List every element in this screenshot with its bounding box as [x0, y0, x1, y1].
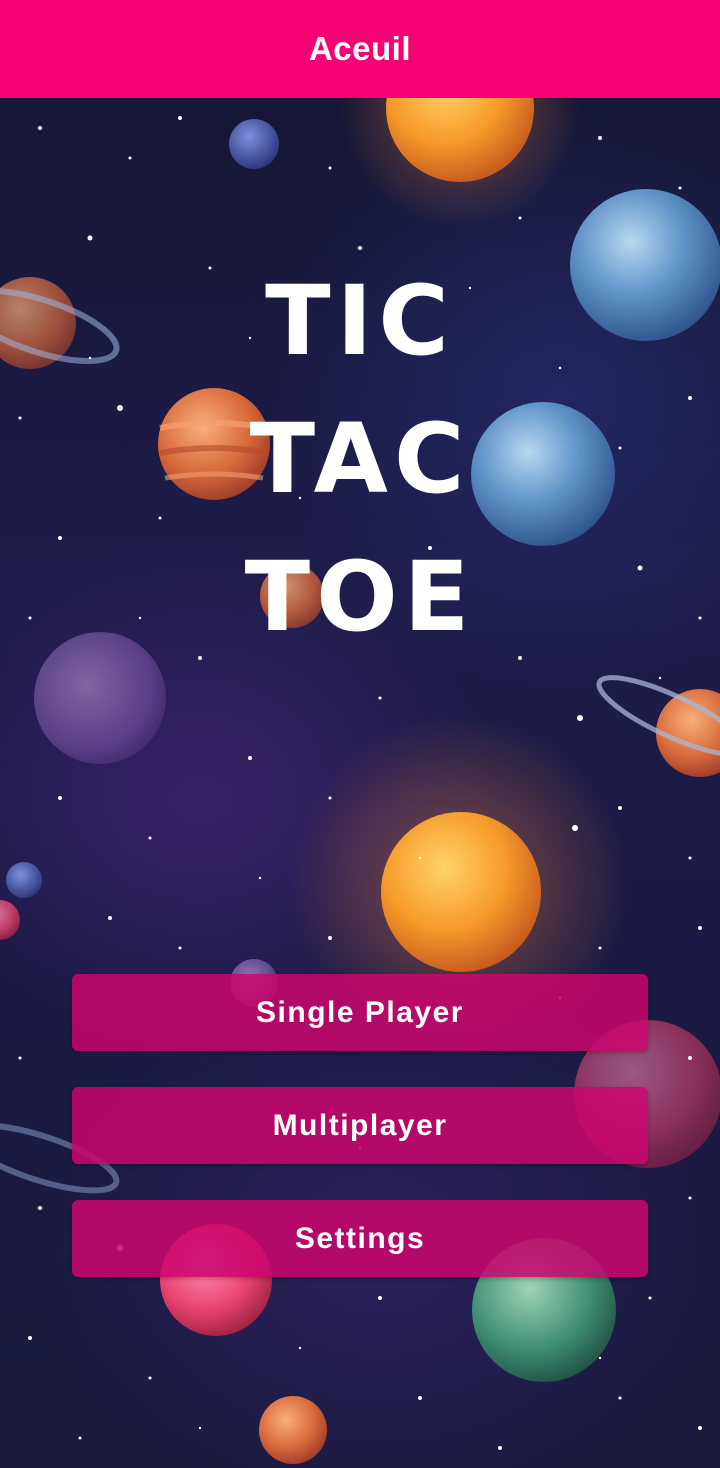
settings-button[interactable]: Settings	[72, 1200, 648, 1277]
game-title: TIC TAC TOE	[0, 252, 720, 666]
planet	[229, 119, 279, 169]
app-bar: Aceuil	[0, 0, 720, 98]
app-bar-title: Aceuil	[308, 30, 412, 67]
planet	[381, 812, 541, 972]
title-line-2: TAC	[249, 403, 471, 515]
planet	[0, 900, 20, 940]
multiplayer-button[interactable]: Multiplayer	[72, 1087, 648, 1164]
ringed-planet	[596, 675, 720, 777]
title-line-3: TOE	[244, 541, 476, 653]
single-player-button[interactable]: Single Player	[72, 974, 648, 1051]
title-line-1: TIC	[265, 265, 455, 377]
planet	[6, 862, 42, 898]
main-menu: Single Player Multiplayer Settings	[72, 974, 648, 1313]
planet	[259, 1396, 327, 1464]
